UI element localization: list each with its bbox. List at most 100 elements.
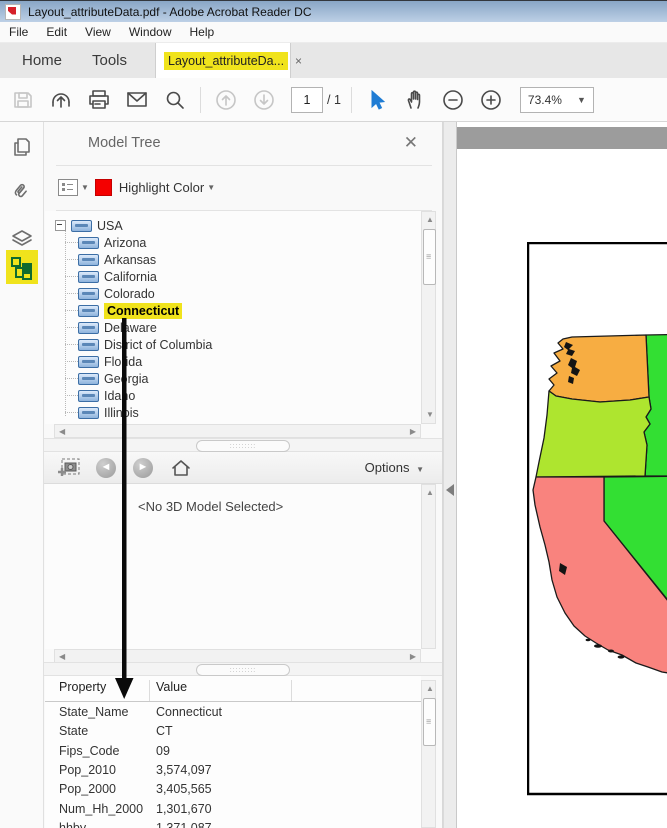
panel-splitter[interactable]: :::::::::: [44, 438, 442, 452]
scroll-right-icon[interactable]: ▶: [410, 653, 416, 661]
property-row-hhby[interactable]: hhby 1,371,087: [45, 821, 421, 828]
property-row-num_hh_2000[interactable]: Num_Hh_2000 1,301,670: [45, 802, 421, 821]
menu-item-help[interactable]: Help: [181, 22, 224, 42]
menu-item-file[interactable]: File: [0, 22, 37, 42]
collapse-panel-icon[interactable]: [446, 484, 454, 496]
tree-node-arizona[interactable]: Arizona: [78, 234, 146, 251]
tree-connector: [65, 242, 78, 243]
zoom-out-button[interactable]: [436, 83, 470, 117]
tree-node-georgia[interactable]: Georgia: [78, 370, 148, 387]
tree-node-california[interactable]: California: [78, 268, 157, 285]
value-column-header[interactable]: Value: [156, 680, 187, 694]
collapse-minus-icon[interactable]: [55, 220, 66, 231]
no-model-text: <No 3D Model Selected>: [138, 499, 284, 514]
layers-icon[interactable]: [9, 226, 35, 252]
tree-node-florida[interactable]: Florida: [78, 353, 142, 370]
panel-resize-splitter[interactable]: [443, 122, 457, 828]
property-row-state[interactable]: State CT: [45, 724, 421, 743]
model-node-icon: [78, 321, 99, 334]
capture-view-camera-icon[interactable]: [56, 456, 82, 480]
view-options-icon[interactable]: [58, 178, 78, 196]
scroll-up-icon[interactable]: ▲: [426, 489, 434, 497]
property-value: 3,405,565: [156, 782, 212, 797]
tab-home[interactable]: Home: [8, 43, 76, 78]
chevron-down-icon[interactable]: ▼: [207, 183, 215, 192]
splitter-grip[interactable]: :::::::::: [196, 664, 290, 676]
tree-horizontal-scrollbar[interactable]: ◀ ▶: [54, 424, 421, 438]
scroll-left-icon[interactable]: ◀: [59, 653, 65, 661]
splitter-grip[interactable]: :::::::::: [196, 440, 290, 452]
save-button[interactable]: [6, 83, 40, 117]
scroll-down-icon[interactable]: ▼: [426, 411, 434, 419]
scrollbar-thumb[interactable]: [423, 698, 436, 746]
property-row-fips_code[interactable]: Fips_Code 09: [45, 744, 421, 763]
property-value: 1,301,670: [156, 801, 212, 816]
next-view-button[interactable]: ►: [133, 457, 153, 478]
model-3d-horizontal-scrollbar[interactable]: ◀ ▶: [54, 649, 421, 663]
tree-node-colorado[interactable]: Colorado: [78, 285, 155, 302]
next-page-button[interactable]: [247, 83, 281, 117]
tree-label: Colorado: [104, 286, 155, 301]
options-menu[interactable]: Options ▼: [365, 460, 430, 475]
model-node-icon: [78, 338, 99, 351]
table-vertical-scrollbar[interactable]: ▲: [421, 680, 436, 828]
tab-close-icon[interactable]: ×: [295, 55, 302, 67]
tree-node-district-of-columbia[interactable]: District of Columbia: [78, 336, 212, 353]
tree-node-illinois[interactable]: Illinois: [78, 404, 139, 421]
scroll-up-icon[interactable]: ▲: [426, 685, 434, 693]
zoom-in-button[interactable]: [474, 83, 508, 117]
tree-label: Delaware: [104, 320, 157, 335]
tree-node-connecticut[interactable]: Connecticut: [78, 302, 183, 319]
previous-page-button[interactable]: [209, 83, 243, 117]
property-value: Connecticut: [156, 705, 223, 719]
property-row-state_name[interactable]: State_Name Connecticut: [45, 705, 421, 724]
property-row-pop_2000[interactable]: Pop_2000 3,405,565: [45, 782, 421, 801]
share-upload-button[interactable]: [44, 83, 78, 117]
menu-item-edit[interactable]: Edit: [37, 22, 76, 42]
model-3d-toolbar: ◄ ► Options ▼: [44, 452, 442, 484]
tab-tools[interactable]: Tools: [78, 43, 141, 78]
search-icon[interactable]: [158, 83, 192, 117]
select-tool-cursor-icon[interactable]: [360, 83, 394, 117]
model-node-icon: [78, 236, 99, 249]
tab-document[interactable]: Layout_attributeDa... ×: [156, 43, 302, 78]
property-column-header[interactable]: Property: [59, 680, 106, 694]
default-view-home-icon[interactable]: [170, 457, 192, 479]
tree-node-idaho[interactable]: Idaho: [78, 387, 135, 404]
scrollbar-thumb[interactable]: [423, 229, 436, 285]
email-button[interactable]: [120, 83, 154, 117]
model-tree-panel-icon[interactable]: [6, 250, 38, 284]
menu-item-window[interactable]: Window: [120, 22, 181, 42]
close-panel-icon[interactable]: ✕: [404, 134, 418, 151]
panel-splitter[interactable]: :::::::::: [44, 662, 442, 676]
previous-view-button[interactable]: ◄: [96, 457, 116, 478]
property-name: State: [59, 724, 89, 739]
tree-label: Arkansas: [104, 252, 157, 267]
tree-node-delaware[interactable]: Delaware: [78, 319, 157, 336]
document-view[interactable]: [457, 122, 667, 828]
page-number-input[interactable]: 1: [291, 86, 323, 113]
property-row-pop_2010[interactable]: Pop_2010 3,574,097: [45, 763, 421, 782]
scroll-right-icon[interactable]: ▶: [410, 428, 416, 436]
model-3d-scrollbar[interactable]: ▲: [421, 484, 436, 649]
property-name: Pop_2010: [59, 762, 117, 777]
property-name: Num_Hh_2000: [59, 801, 144, 816]
chevron-down-icon[interactable]: ▼: [81, 183, 89, 192]
state-oregon[interactable]: [535, 390, 652, 478]
scroll-left-icon[interactable]: ◀: [59, 428, 65, 436]
tree-vertical-scrollbar[interactable]: ▲ ▼: [421, 211, 436, 424]
attachments-paperclip-icon[interactable]: [9, 180, 35, 206]
tree-connector: [65, 378, 78, 379]
menu-item-view[interactable]: View: [76, 22, 120, 42]
tree-node-arkansas[interactable]: Arkansas: [78, 251, 156, 268]
highlight-color-swatch[interactable]: [94, 178, 112, 196]
tree-node-usa[interactable]: USA: [55, 217, 123, 234]
hand-tool-icon[interactable]: [398, 83, 432, 117]
scroll-up-icon[interactable]: ▲: [426, 216, 434, 224]
tree-label-highlighted: Connecticut: [104, 302, 183, 319]
zoom-level-dropdown[interactable]: 73.4% ▼: [519, 86, 594, 113]
property-table: Property Value State_Name Connecticut Stat…: [45, 676, 421, 828]
print-button[interactable]: [82, 83, 116, 117]
state-washington[interactable]: [548, 334, 650, 403]
page-thumbnails-icon[interactable]: [9, 134, 35, 160]
